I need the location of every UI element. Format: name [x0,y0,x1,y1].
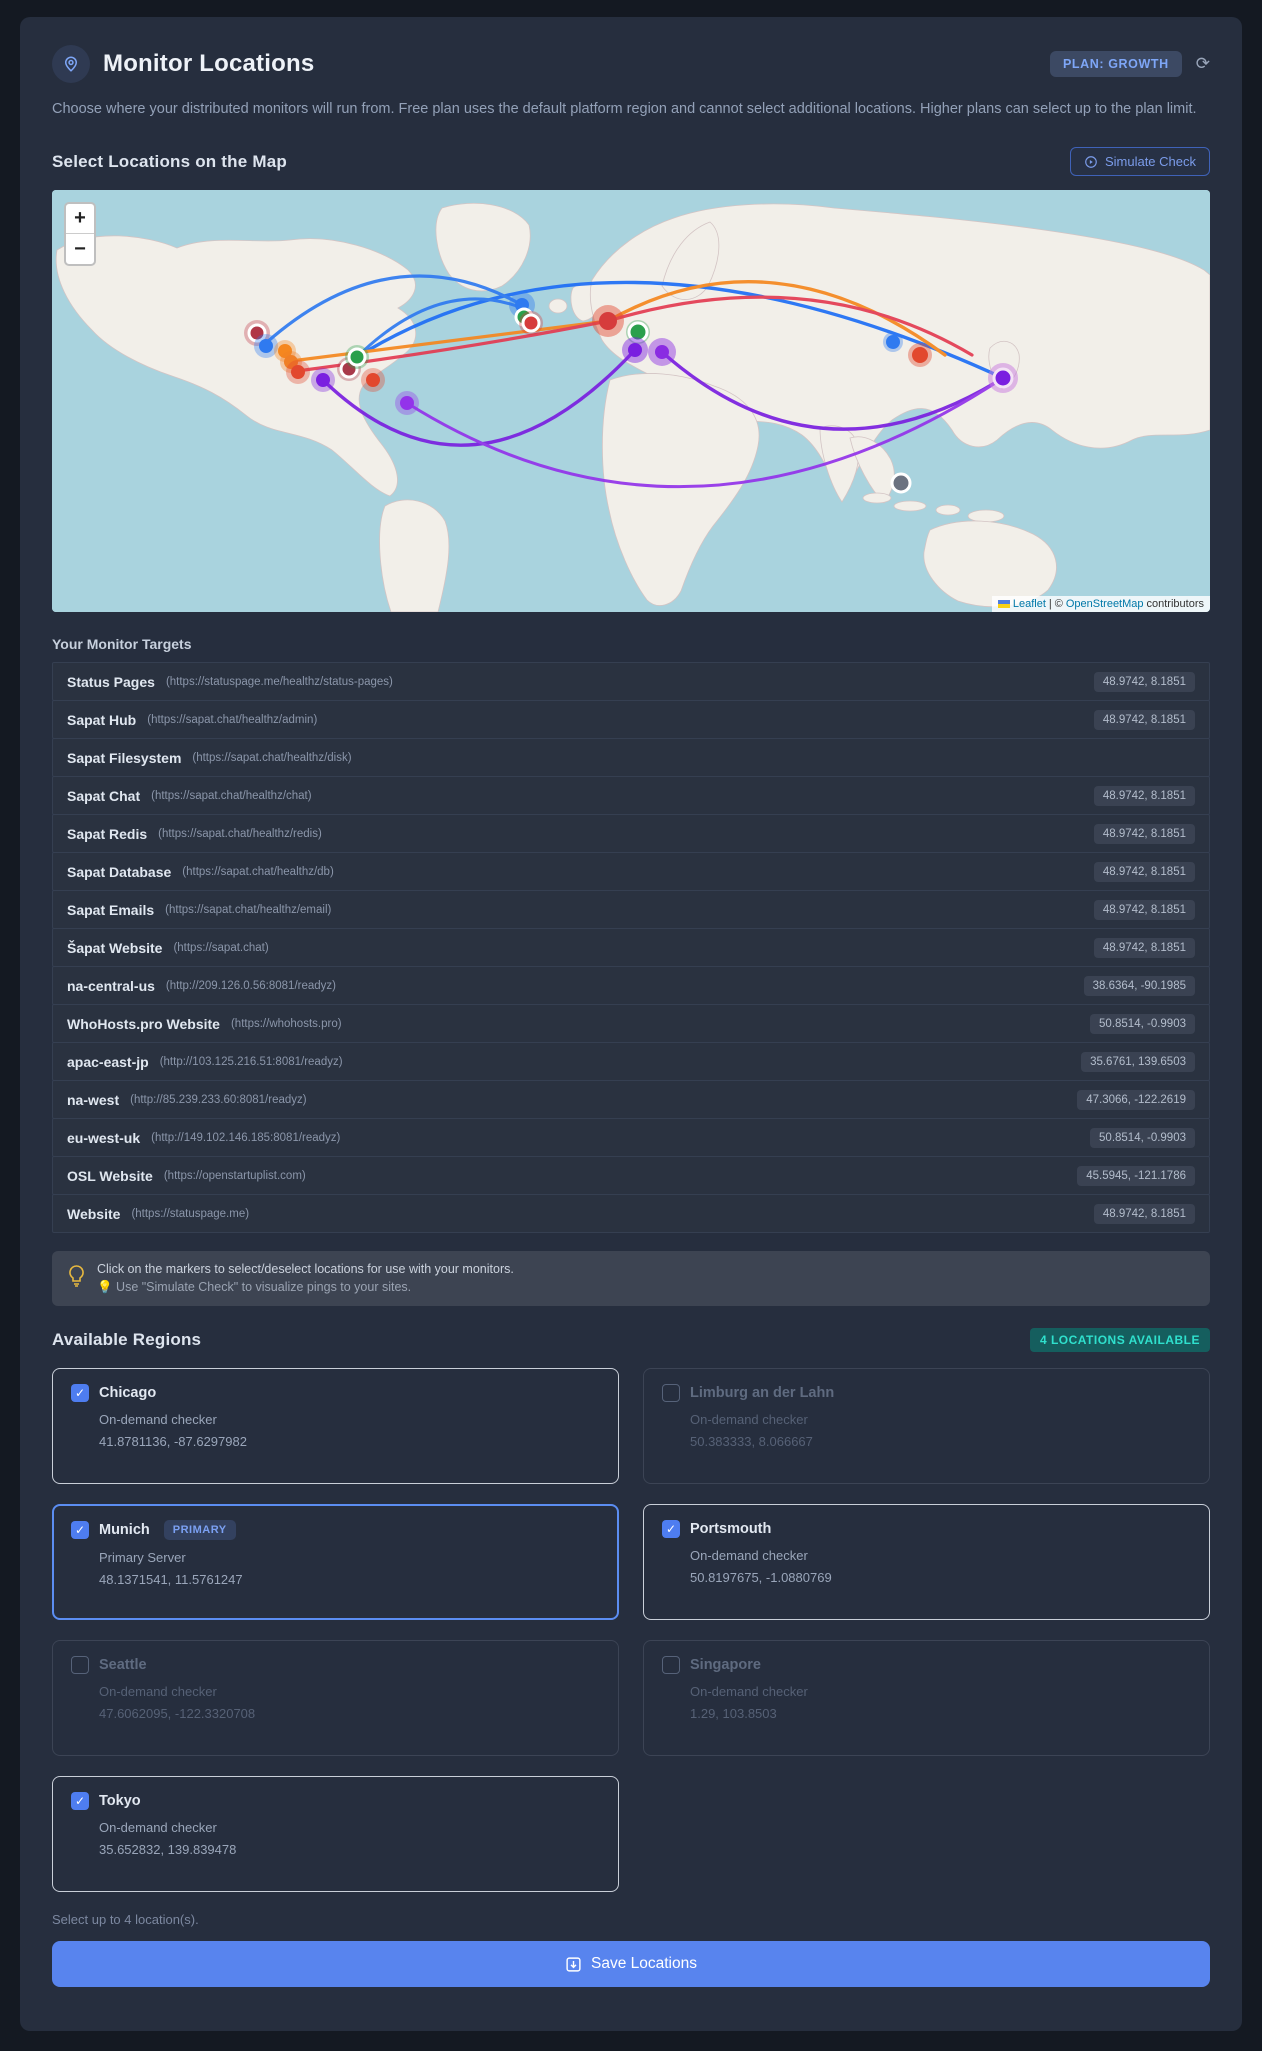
tip-line-2: 💡 Use "Simulate Check" to visualize ping… [97,1280,412,1295]
checkbox-unchecked[interactable] [662,1656,680,1675]
coords-badge: 50.8514, -0.9903 [1090,1127,1195,1148]
ukraine-flag-icon [997,600,1010,609]
coords-badge: 50.8514, -0.9903 [1090,1013,1195,1034]
header: Monitor Locations PLAN: GROWTH ⟳ [52,45,1210,83]
marker-us-red-2[interactable] [361,368,385,393]
target-row: Sapat Database (https://sapat.chat/health… [52,852,1210,892]
coords-badge: 45.5945, -121.1786 [1077,1165,1195,1186]
selection-note: Select up to 4 location(s). [52,1912,199,1928]
map-section-header: Select Locations on the Map Simulate Che… [52,147,1210,177]
regions-header: Available Regions 4 LOCATIONS AVAILABLE [52,1328,1210,1353]
region-card-tokyo[interactable]: ✓ Tokyo On-demand checker 35.652832, 139.… [52,1776,619,1893]
checkbox-unchecked[interactable] [71,1656,89,1675]
tip-box: Click on the markers to select/deselect … [52,1251,1210,1307]
targets-heading: Your Monitor Targets [52,636,192,653]
coords-badge: 48.9742, 8.1851 [1093,823,1195,844]
save-locations-button[interactable]: Save Locations [52,1941,1210,1988]
target-row: OSL Website (https://openstartuplist.com)… [52,1156,1210,1196]
coords-badge: 48.9742, 8.1851 [1093,899,1195,920]
refresh-icon[interactable]: ⟳ [1196,54,1210,74]
target-row: WhoHosts.pro Website (https://whohosts.pr… [52,1004,1210,1044]
marker-italy-purple-1[interactable] [622,337,648,364]
map-section-title: Select Locations on the Map [52,151,287,171]
page-title: Monitor Locations [103,50,315,77]
map-zoom-control: + − [64,202,96,267]
marker-italy-purple-2[interactable] [648,338,676,367]
marker-us-purple-1[interactable] [311,368,335,393]
region-card-chicago[interactable]: ✓ Chicago On-demand checker 41.8781136, -… [52,1368,619,1485]
region-card-limburg: Limburg an der Lahn On-demand checker 50… [643,1368,1210,1485]
map-attribution: Leaflet | © OpenStreetMap contributors [991,596,1210,613]
marker-seattle-blue[interactable] [254,334,278,359]
osm-link[interactable]: OpenStreetMap [1066,598,1144,610]
marker-germany-red[interactable] [592,305,624,338]
lightbulb-icon [68,1264,85,1293]
zoom-in-button[interactable]: + [66,204,94,235]
monitor-locations-panel: Monitor Locations PLAN: GROWTH ⟳ Choose … [20,17,1242,2031]
zoom-out-button[interactable]: − [66,234,94,264]
marker-korea-red[interactable] [908,343,932,368]
save-icon [566,1957,581,1972]
coords-badge: 47.3066, -122.2619 [1077,1089,1195,1110]
checkbox-checked[interactable]: ✓ [71,1521,89,1540]
coords-badge: 48.9742, 8.1851 [1093,1203,1195,1224]
coords-badge: 35.6761, 139.6503 [1081,1051,1195,1072]
location-pin-icon [52,45,90,83]
coords-badge: 48.9742, 8.1851 [1093,709,1195,730]
coords-badge: 48.9742, 8.1851 [1093,861,1195,882]
map-canvas [52,190,1210,613]
target-row: eu-west-uk (http://149.102.146.185:8081/r… [52,1118,1210,1158]
tip-line-1: Click on the markers to select/deselect … [97,1262,514,1277]
region-card-munich[interactable]: ✓ Munich PRIMARY Primary Server 48.1371541… [52,1504,619,1621]
checkbox-checked[interactable]: ✓ [71,1792,89,1811]
target-row: Sapat Redis (https://sapat.chat/healthz/r… [52,814,1210,854]
region-card-singapore: Singapore On-demand checker 1.29, 103.85… [643,1640,1210,1757]
target-row: Sapat Chat (https://sapat.chat/healthz/ch… [52,776,1210,816]
page-description: Choose where your distributed monitors w… [52,101,1197,117]
target-row: Sapat Emails (https://sapat.chat/healthz/… [52,890,1210,930]
target-row: Šapat Website (https://sapat.chat) 48.9742… [52,928,1210,968]
target-row: na-west (http://85.239.233.60:8081/readyz… [52,1080,1210,1120]
region-card-portsmouth[interactable]: ✓ Portsmouth On-demand checker 50.8197675… [643,1504,1210,1621]
checkbox-checked[interactable]: ✓ [662,1520,680,1539]
play-circle-icon [1085,155,1097,168]
primary-badge: PRIMARY [163,1520,236,1541]
target-row: Sapat Hub (https://sapat.chat/healthz/adm… [52,700,1210,740]
marker-us-red-1[interactable] [286,360,310,385]
marker-gulf-purple[interactable] [395,391,419,416]
marker-uk-red-ringed[interactable] [519,311,543,336]
targets-list: Status Pages (https://statuspage.me/healt… [52,662,1210,1234]
simulate-check-button[interactable]: Simulate Check [1069,147,1210,177]
world-map[interactable]: + − Leaflet | © OpenStreetMap contributo… [52,190,1210,613]
plan-badge: PLAN: GROWTH [1049,51,1182,77]
target-row: Status Pages (https://statuspage.me/healt… [52,662,1210,702]
region-cards: ✓ Chicago On-demand checker 41.8781136, -… [52,1368,1210,1893]
target-row: Sapat Filesystem (https://sapat.chat/heal… [52,738,1210,778]
region-card-seattle: Seattle On-demand checker 47.6062095, -1… [52,1640,619,1757]
marker-singapore-gray-ringed[interactable] [890,472,912,494]
coords-badge: 38.6364, -90.1985 [1083,975,1195,996]
target-row: na-central-us (http://209.126.0.56:8081/r… [52,966,1210,1006]
marker-korea-blue[interactable] [883,332,903,353]
locations-available-badge: 4 LOCATIONS AVAILABLE [1029,1328,1210,1353]
coords-badge: 48.9742, 8.1851 [1093,785,1195,806]
marker-chicago-green-ringed[interactable] [345,345,369,370]
regions-heading: Available Regions [52,1330,202,1350]
coords-badge: 48.9742, 8.1851 [1093,937,1195,958]
checkbox-checked[interactable]: ✓ [71,1384,89,1403]
target-row: Website (https://statuspage.me) 48.9742, 8… [52,1194,1210,1234]
leaflet-link[interactable]: Leaflet [1013,598,1046,610]
marker-tokyo-purple-ringed[interactable] [988,363,1018,394]
checkbox-unchecked[interactable] [662,1384,680,1403]
target-row: apac-east-jp (http://103.125.216.51:8081/… [52,1042,1210,1082]
coords-badge: 48.9742, 8.1851 [1093,671,1195,692]
